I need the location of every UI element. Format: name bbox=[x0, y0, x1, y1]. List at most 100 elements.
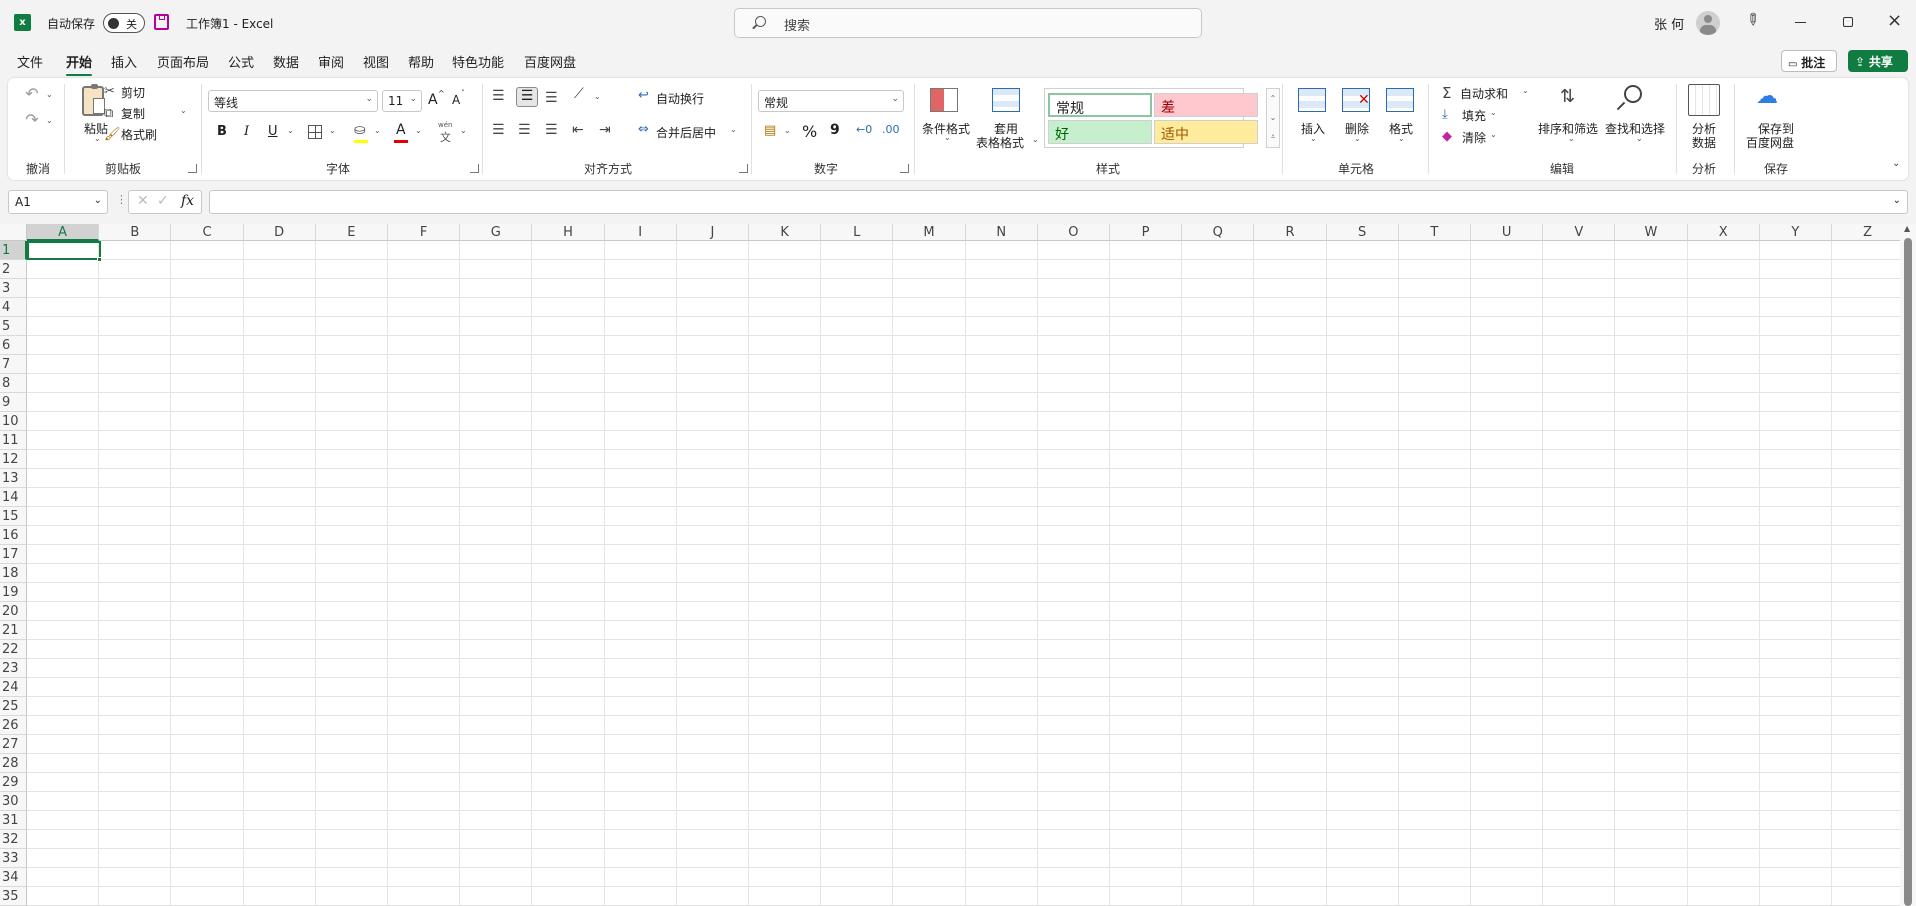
tab-file[interactable]: 文件 bbox=[17, 52, 43, 71]
decrease-font-button[interactable]: A bbox=[452, 93, 460, 107]
column-header-r[interactable]: R bbox=[1254, 224, 1327, 241]
column-header-v[interactable]: V bbox=[1543, 224, 1616, 241]
wrap-text-button[interactable]: 自动换行 bbox=[656, 90, 704, 107]
align-right-icon[interactable]: ☰ bbox=[545, 122, 558, 138]
vertical-scrollbar[interactable]: ▲ bbox=[1900, 224, 1916, 906]
restore-icon[interactable] bbox=[1843, 17, 1853, 27]
merge-dropdown-icon[interactable]: ⌄ bbox=[730, 125, 737, 134]
column-header-e[interactable]: E bbox=[315, 224, 388, 241]
fill-handle[interactable] bbox=[97, 257, 102, 262]
font-color-button[interactable]: A bbox=[396, 122, 406, 138]
row-header-8[interactable]: 8 bbox=[0, 374, 27, 393]
autosum-button[interactable]: 自动求和 bbox=[1460, 85, 1508, 102]
column-header-f[interactable]: F bbox=[388, 224, 461, 241]
autosave-toggle[interactable]: 关 bbox=[103, 13, 145, 33]
worksheet-grid[interactable]: ABCDEFGHIJKLMNOPQRSTUVWXYZ 1 2 3 4 5 6 7 8 9 10 11… bbox=[0, 224, 1916, 906]
gallery-more-icon[interactable]: ⩡ bbox=[1267, 127, 1279, 146]
style-bad[interactable]: 差 bbox=[1154, 93, 1258, 117]
row-header-24[interactable]: 24 bbox=[0, 678, 27, 697]
row-header-16[interactable]: 16 bbox=[0, 526, 27, 545]
chevron-up-icon[interactable]: ⌃ bbox=[1267, 89, 1279, 108]
fill-color-dropdown-icon[interactable]: ⌄ bbox=[374, 126, 381, 135]
font-color-dropdown-icon[interactable]: ⌄ bbox=[415, 126, 422, 135]
font-launcher-icon[interactable] bbox=[470, 164, 479, 173]
column-header-u[interactable]: U bbox=[1471, 224, 1544, 241]
align-center-icon[interactable]: ☰ bbox=[518, 122, 531, 138]
column-header-h[interactable]: H bbox=[532, 224, 605, 241]
percent-button[interactable]: % bbox=[802, 122, 817, 141]
column-header-q[interactable]: Q bbox=[1182, 224, 1255, 241]
redo-dropdown-icon[interactable]: ⌄ bbox=[46, 116, 53, 125]
tab-help[interactable]: 帮助 bbox=[408, 52, 434, 71]
fill-dropdown-icon[interactable]: ⌄ bbox=[1490, 108, 1497, 117]
column-header-l[interactable]: L bbox=[821, 224, 894, 241]
column-header-g[interactable]: G bbox=[460, 224, 533, 241]
increase-indent-icon[interactable]: ⇥ bbox=[599, 122, 611, 138]
format-dropdown-icon[interactable]: ⌄ bbox=[1398, 134, 1405, 143]
analyze-data-button-line2[interactable]: 数据 bbox=[1692, 134, 1716, 151]
row-header-22[interactable]: 22 bbox=[0, 640, 27, 659]
increase-font-button[interactable]: A bbox=[428, 92, 438, 108]
tab-review[interactable]: 审阅 bbox=[318, 52, 344, 71]
scroll-thumb[interactable] bbox=[1904, 238, 1912, 906]
tab-page-layout[interactable]: 页面布局 bbox=[157, 52, 209, 71]
tab-view[interactable]: 视图 bbox=[363, 52, 389, 71]
row-header-13[interactable]: 13 bbox=[0, 469, 27, 488]
row-header-30[interactable]: 30 bbox=[0, 792, 27, 811]
user-name[interactable]: 张 何 bbox=[1654, 14, 1684, 33]
insert-dropdown-icon[interactable]: ⌄ bbox=[1310, 134, 1317, 143]
expand-formula-icon[interactable]: ⌄ bbox=[1893, 195, 1901, 206]
currency-dropdown-icon[interactable]: ⌄ bbox=[784, 126, 791, 135]
close-icon[interactable]: × bbox=[1887, 10, 1902, 31]
decrease-decimal-icon[interactable]: .00 bbox=[882, 123, 900, 136]
copy-dropdown-icon[interactable]: ⌄ bbox=[180, 106, 187, 115]
column-header-b[interactable]: B bbox=[99, 224, 172, 241]
tab-insert[interactable]: 插入 bbox=[111, 52, 137, 71]
style-normal[interactable]: 常规 bbox=[1048, 93, 1152, 117]
row-header-10[interactable]: 10 bbox=[0, 412, 27, 431]
column-header-o[interactable]: O bbox=[1037, 224, 1110, 241]
merge-center-button[interactable]: 合并后居中 bbox=[656, 124, 716, 141]
format-table-button-line2[interactable]: 表格格式 bbox=[976, 134, 1024, 151]
row-header-29[interactable]: 29 bbox=[0, 773, 27, 792]
gallery-scroll[interactable]: ⌃ ⌄ ⩡ bbox=[1266, 88, 1280, 148]
border-dropdown-icon[interactable]: ⌄ bbox=[329, 126, 336, 135]
name-box[interactable]: A1 ⌄ bbox=[8, 190, 108, 214]
tab-formulas[interactable]: 公式 bbox=[228, 52, 254, 71]
row-header-19[interactable]: 19 bbox=[0, 583, 27, 602]
row-header-12[interactable]: 12 bbox=[0, 450, 27, 469]
more-dots-icon[interactable]: ⋮ bbox=[116, 193, 127, 206]
underline-button[interactable]: U bbox=[268, 124, 278, 139]
pen-icon[interactable]: ✎ bbox=[1741, 8, 1764, 31]
row-header-15[interactable]: 15 bbox=[0, 507, 27, 526]
copy-button[interactable]: 复制 bbox=[121, 105, 145, 122]
clipboard-launcher-icon[interactable] bbox=[188, 164, 197, 173]
row-header-23[interactable]: 23 bbox=[0, 659, 27, 678]
phonetic-pinyin-icon[interactable]: wén bbox=[438, 121, 452, 129]
paste-icon[interactable] bbox=[82, 84, 105, 116]
column-header-n[interactable]: N bbox=[965, 224, 1038, 241]
column-header-i[interactable]: I bbox=[604, 224, 677, 241]
column-header-m[interactable]: M bbox=[893, 224, 966, 241]
save-icon[interactable] bbox=[154, 14, 169, 30]
row-header-31[interactable]: 31 bbox=[0, 811, 27, 830]
row-header-32[interactable]: 32 bbox=[0, 830, 27, 849]
number-launcher-icon[interactable] bbox=[900, 164, 909, 173]
tab-special[interactable]: 特色功能 bbox=[452, 52, 504, 71]
paste-dropdown-icon[interactable]: ⌄ bbox=[94, 134, 101, 143]
row-header-26[interactable]: 26 bbox=[0, 716, 27, 735]
sort-dropdown-icon[interactable]: ⌄ bbox=[1568, 134, 1575, 143]
bold-button[interactable]: B bbox=[217, 124, 227, 139]
row-header-20[interactable]: 20 bbox=[0, 602, 27, 621]
column-header-s[interactable]: S bbox=[1326, 224, 1399, 241]
row-header-33[interactable]: 33 bbox=[0, 849, 27, 868]
comment-button[interactable]: ▭ 批注 bbox=[1781, 50, 1837, 72]
column-header-k[interactable]: K bbox=[749, 224, 822, 241]
row-header-28[interactable]: 28 bbox=[0, 754, 27, 773]
insert-function-icon[interactable]: fx bbox=[181, 193, 194, 209]
italic-button[interactable]: I bbox=[244, 124, 249, 139]
comma-button[interactable]: 9 bbox=[830, 122, 840, 138]
row-header-14[interactable]: 14 bbox=[0, 488, 27, 507]
row-header-3[interactable]: 3 bbox=[0, 279, 27, 298]
currency-icon[interactable]: ▤ bbox=[764, 123, 776, 138]
